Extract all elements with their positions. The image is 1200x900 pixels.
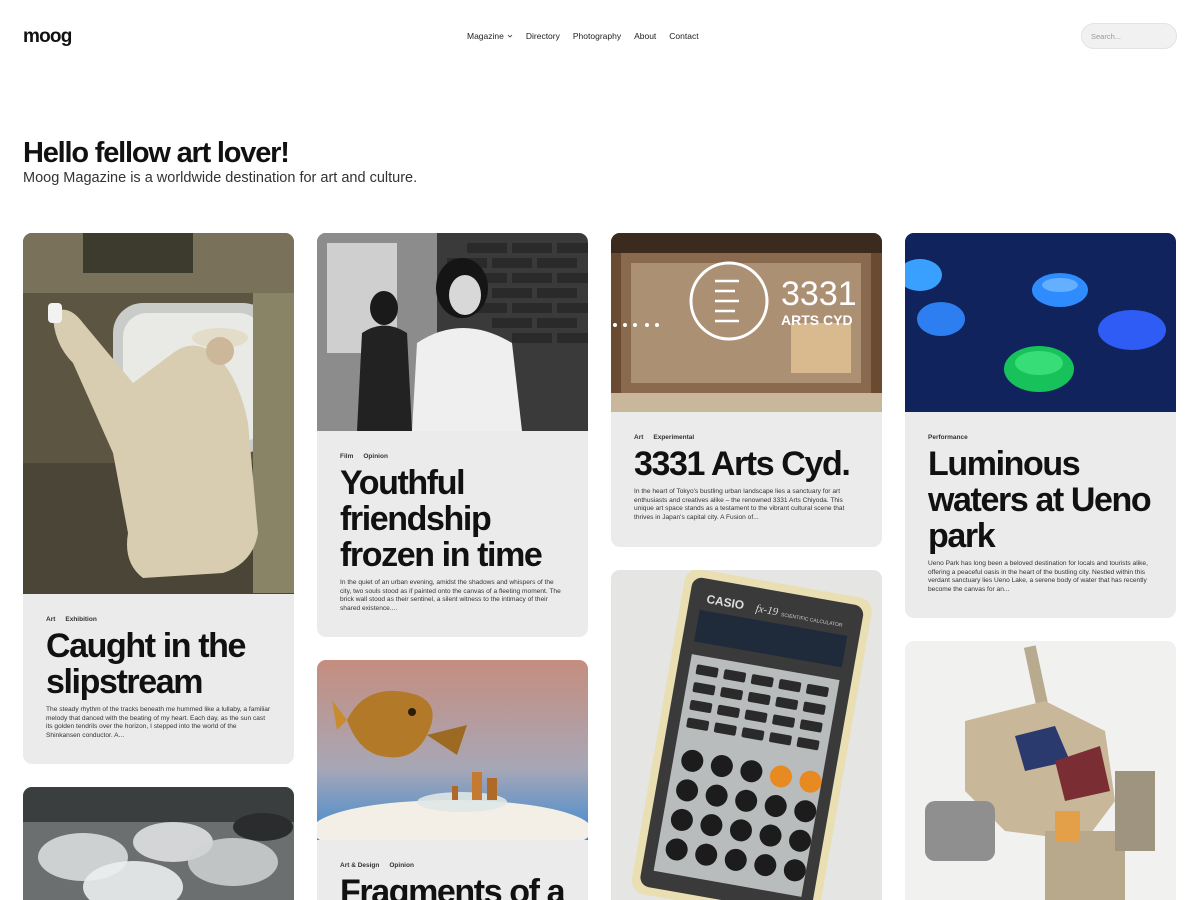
nav-item-about[interactable]: About (634, 31, 656, 41)
article-card-3331-arts[interactable]: 3331 ARTS CYD Art Experimental 3331 Arts… (611, 233, 882, 547)
article-image (905, 641, 1176, 900)
article-excerpt: The steady rhythm of the tracks beneath … (46, 706, 271, 739)
image-sign-number: 3331 (781, 275, 857, 313)
article-title[interactable]: Fragments of a (340, 874, 566, 900)
article-image (317, 233, 588, 431)
nav-item-label: Magazine (467, 31, 504, 41)
tag[interactable]: Exhibition (65, 616, 96, 623)
page-title: Hello fellow art lover! (23, 137, 290, 169)
page-subtitle: Moog Magazine is a worldwide destination… (23, 170, 418, 186)
article-card-umbrellas[interactable] (23, 787, 294, 900)
tag[interactable]: Art (634, 434, 643, 441)
article-card-friendship[interactable]: Film Opinion Youthful friendship frozen … (317, 233, 588, 637)
tag[interactable]: Art (46, 616, 55, 623)
nav-item-photography[interactable]: Photography (573, 31, 621, 41)
image-sign-name: ARTS CYD (781, 312, 853, 328)
article-tags: Film Opinion (340, 453, 565, 460)
article-title[interactable]: Caught in the slipstream (46, 628, 271, 700)
site-logo[interactable]: moog (23, 26, 72, 48)
nav-item-magazine[interactable]: Magazine (467, 31, 513, 41)
tag[interactable]: Performance (928, 434, 968, 441)
article-excerpt: In the quiet of an urban evening, amidst… (340, 579, 561, 612)
article-tags: Art Exhibition (46, 616, 271, 623)
article-tags: Performance (928, 434, 1153, 441)
article-card-slipstream[interactable]: Art Exhibition Caught in the slipstream … (23, 233, 294, 764)
article-image (317, 660, 588, 840)
article-title[interactable]: Youthful friendship frozen in time (340, 465, 565, 573)
article-image (23, 233, 294, 594)
article-image (23, 787, 294, 900)
article-card-calculator[interactable]: CASIO fx-19 SCIENTIFIC CALCULATOR (611, 570, 882, 900)
article-card-fragments[interactable]: Art & Design Opinion Fragments of a (317, 660, 588, 900)
tag[interactable]: Film (340, 453, 353, 460)
article-image: 3331 ARTS CYD (611, 233, 882, 412)
article-card-luminous-waters[interactable]: Performance Luminous waters at Ueno park… (905, 233, 1176, 618)
tag[interactable]: Experimental (653, 434, 694, 441)
tag[interactable]: Opinion (363, 453, 388, 460)
article-image (905, 233, 1176, 412)
site-header: moog Magazine Directory Photography Abou… (0, 0, 1200, 72)
article-card-robot[interactable] (905, 641, 1176, 900)
main-nav: Magazine Directory Photography About Con… (467, 31, 699, 41)
chevron-down-icon (507, 34, 513, 38)
article-title[interactable]: 3331 Arts Cyd. (634, 446, 859, 482)
nav-item-directory[interactable]: Directory (526, 31, 560, 41)
article-excerpt: In the heart of Tokyo's bustling urban l… (634, 488, 845, 521)
tag[interactable]: Opinion (389, 862, 414, 869)
article-tags: Art Experimental (634, 434, 859, 441)
search-input[interactable] (1081, 23, 1177, 49)
article-title[interactable]: Luminous waters at Ueno park (928, 446, 1153, 554)
tag[interactable]: Art & Design (340, 862, 379, 869)
article-tags: Art & Design Opinion (340, 862, 565, 869)
article-excerpt: Ueno Park has long been a beloved destin… (928, 560, 1148, 593)
article-image: CASIO fx-19 SCIENTIFIC CALCULATOR (611, 570, 882, 900)
nav-item-contact[interactable]: Contact (669, 31, 698, 41)
